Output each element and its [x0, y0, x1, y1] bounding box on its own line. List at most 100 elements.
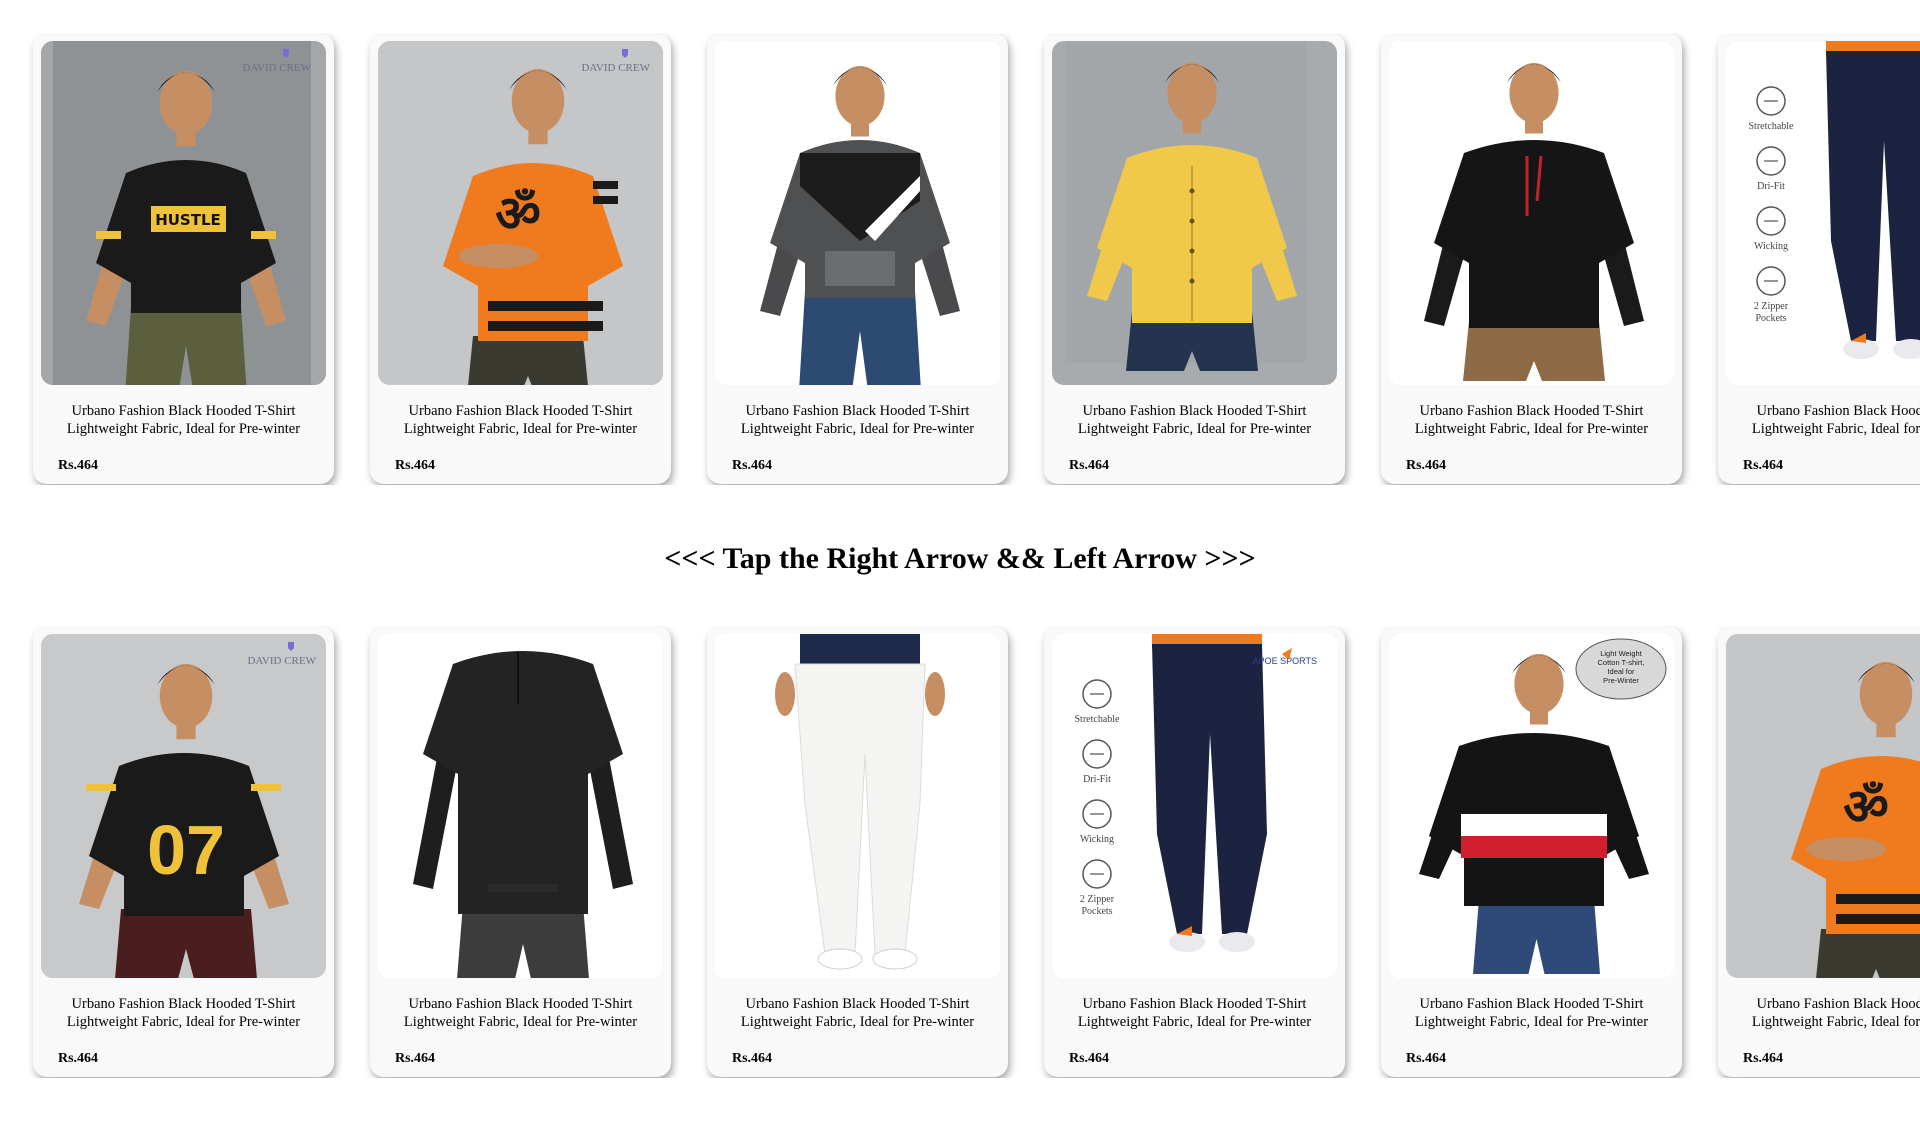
carousel-instructions: <<< Tap the Right Arrow && Left Arrow >>… [664, 542, 1256, 575]
svg-text:2 Zipper: 2 Zipper [1754, 301, 1789, 312]
svg-text:Pockets: Pockets [1081, 906, 1112, 917]
product-title-line2: Lightweight Fabric, Ideal for Pre-winter [66, 420, 301, 437]
product-track-bottom: 07 DAVID CREW Urbano Fashion Black Hoode… [33, 626, 1920, 1077]
product-title-line2: Lightweight Fabric, Ideal for Pre-winter [1751, 1013, 1920, 1030]
product-title[interactable]: Urbano Fashion Black Hooded T-ShirtLight… [1052, 996, 1337, 1031]
product-image[interactable]: Stretchable Dri-Fit Wicking 2 Zipper Poc… [1726, 41, 1920, 385]
product-title-line1: Urbano Fashion Black Hooded T-Shirt [71, 403, 296, 419]
product-price: Rs.464 [1069, 458, 1110, 473]
product-price: Rs.464 [732, 458, 773, 473]
product-title[interactable]: Urbano Fashion Black Hooded T-ShirtLight… [1726, 996, 1920, 1031]
svg-text:Wicking: Wicking [1754, 241, 1788, 252]
product-title-line2: Lightweight Fabric, Ideal for Pre-winter [403, 420, 638, 437]
product-price: Rs.464 [1406, 1051, 1447, 1066]
product-row-bottom[interactable]: 07 DAVID CREW Urbano Fashion Black Hoode… [0, 626, 1920, 1078]
product-title[interactable]: Urbano Fashion Black Hooded T-ShirtLight… [715, 996, 1000, 1031]
svg-text:APOE SPORTS: APOE SPORTS [1253, 656, 1317, 666]
product-title-line1: Urbano Fashion Black Hooded T-Shirt [1419, 996, 1644, 1012]
product-title[interactable]: Urbano Fashion Black Hooded T-ShirtLight… [1052, 403, 1337, 438]
product-card[interactable]: Urbano Fashion Black Hooded T-Shirt Light… [707, 626, 1008, 1077]
product-title-line1: Urbano Fashion Black Hooded T-Shirt [1082, 403, 1307, 419]
svg-text:HUSTLE: HUSTLE [155, 211, 221, 229]
product-title-line1: Urbano Fashion Black Hooded T-Shirt [745, 996, 970, 1012]
svg-text:Stretchable: Stretchable [1075, 714, 1121, 725]
svg-text:Ideal for: Ideal for [1607, 667, 1635, 676]
product-title-line2: Lightweight Fabric, Ideal for Pre-winter [1077, 420, 1312, 437]
product-title-line1: Urbano Fashion Black Hooded T-Shirt [71, 996, 296, 1012]
product-title-line2: Lightweight Fabric, Ideal for Pre-winter [1414, 1013, 1649, 1030]
svg-text:DAVID CREW: DAVID CREW [247, 655, 316, 667]
product-title[interactable]: Urbano Fashion Black Hooded T-ShirtLight… [1389, 996, 1674, 1031]
product-image[interactable]: Light Weight Cotton T-shirt, Ideal for Pre-… [1389, 634, 1674, 978]
product-title[interactable]: Urbano Fashion Black Hooded T-ShirtLight… [715, 403, 1000, 438]
product-title[interactable]: Urbano Fashion Black Hooded T-ShirtLight… [41, 403, 326, 438]
product-card[interactable]: Light Weight Cotton T-shirt, Ideal for Pre-… [1381, 626, 1682, 1077]
product-image[interactable]: HUSTLE DAVID CREW [41, 41, 326, 385]
product-image[interactable] [715, 634, 1000, 978]
product-price: Rs.464 [58, 458, 99, 473]
svg-text:Light Weight: Light Weight [1600, 649, 1642, 658]
product-price: Rs.464 [58, 1051, 99, 1066]
svg-text:DAVID CREW: DAVID CREW [242, 62, 311, 74]
product-title[interactable]: Urbano Fashion Black Hooded T-ShirtLight… [378, 403, 663, 438]
svg-text:ॐ: ॐ [1843, 778, 1889, 836]
svg-text:Dri-Fit: Dri-Fit [1083, 774, 1111, 785]
svg-text:Stretchable: Stretchable [1749, 121, 1795, 132]
product-price: Rs.464 [1406, 458, 1447, 473]
product-image[interactable] [378, 634, 663, 978]
product-price: Rs.464 [732, 1051, 773, 1066]
product-title[interactable]: Urbano Fashion Black Hooded T-ShirtLight… [41, 996, 326, 1031]
product-track-top: HUSTLE DAVID CREW Urbano Fashion Black H… [33, 33, 1920, 484]
product-card[interactable]: HUSTLE DAVID CREW Urbano Fashion Black H… [33, 33, 334, 484]
product-title-line2: Lightweight Fabric, Ideal for Pre-winter [66, 1013, 301, 1030]
svg-text:Cotton T-shirt,: Cotton T-shirt, [1598, 658, 1645, 667]
svg-text:DAVID CREW: DAVID CREW [581, 62, 650, 74]
product-card[interactable]: Stretchable Dri-Fit Wicking 2 Zipper Poc… [1044, 626, 1345, 1077]
product-price: Rs.464 [1069, 1051, 1110, 1066]
product-title-line1: Urbano Fashion Black Hooded T-Shirt [408, 996, 633, 1012]
product-title-line1: Urbano Fashion Black Hooded T-Shirt [408, 403, 633, 419]
product-card[interactable]: Urbano Fashion Black Hooded T-Shirt Light… [707, 33, 1008, 484]
product-card[interactable]: ॐ Urbano Fashion Black Hooded T-ShirtLig… [1718, 626, 1920, 1077]
svg-text:07: 07 [147, 811, 225, 889]
product-card[interactable]: ॐ DAVID CREW Urbano Fashion Black Hooded… [370, 33, 671, 484]
product-title-line2: Lightweight Fabric, Ideal for Pre-winter [403, 1013, 638, 1030]
product-title[interactable]: Urbano Fashion Black Hooded T-ShirtLight… [378, 996, 663, 1031]
svg-text:Pre-Winter: Pre-Winter [1603, 676, 1639, 685]
product-card[interactable]: Urbano Fashion Black Hooded T-Shirt Light… [370, 626, 671, 1077]
product-image[interactable]: ॐ [1726, 634, 1920, 978]
product-title-line1: Urbano Fashion Black Hooded T-Shirt [1756, 996, 1920, 1012]
product-title-line2: Lightweight Fabric, Ideal for Pre-winter [1077, 1013, 1312, 1030]
svg-text:2 Zipper: 2 Zipper [1080, 894, 1115, 905]
product-price: Rs.464 [1743, 458, 1784, 473]
svg-text:Dri-Fit: Dri-Fit [1757, 181, 1785, 192]
product-title-line2: Lightweight Fabric, Ideal for Pre-winter [1751, 420, 1920, 437]
product-image[interactable]: ॐ DAVID CREW [378, 41, 663, 385]
product-title-line1: Urbano Fashion Black Hooded T-Shirt [1756, 403, 1920, 419]
svg-text:ॐ: ॐ [495, 185, 541, 243]
product-row-top[interactable]: HUSTLE DAVID CREW Urbano Fashion Black H… [0, 33, 1920, 485]
svg-text:Pockets: Pockets [1755, 313, 1786, 324]
product-price: Rs.464 [395, 1051, 436, 1066]
product-title-line1: Urbano Fashion Black Hooded T-Shirt [745, 403, 970, 419]
product-card[interactable]: Stretchable Dri-Fit Wicking 2 Zipper Poc… [1718, 33, 1920, 484]
product-card[interactable]: Urbano Fashion Black Hooded T-Shirt Light… [1044, 33, 1345, 484]
product-title-line1: Urbano Fashion Black Hooded T-Shirt [1082, 996, 1307, 1012]
svg-text:Wicking: Wicking [1080, 834, 1114, 845]
product-image[interactable] [1389, 41, 1674, 385]
product-title[interactable]: Urbano Fashion Black Hooded T-ShirtLight… [1389, 403, 1674, 438]
product-image[interactable]: 07 DAVID CREW [41, 634, 326, 978]
product-image[interactable] [715, 41, 1000, 385]
product-card[interactable]: Urbano Fashion Black Hooded T-Shirt Light… [1381, 33, 1682, 484]
product-title-line2: Lightweight Fabric, Ideal for Pre-winter [740, 1013, 975, 1030]
product-price: Rs.464 [1743, 1051, 1784, 1066]
product-card[interactable]: 07 DAVID CREW Urbano Fashion Black Hoode… [33, 626, 334, 1077]
product-price: Rs.464 [395, 458, 436, 473]
product-carousel-page: HUSTLE DAVID CREW Urbano Fashion Black H… [0, 0, 1920, 1124]
product-title-line2: Lightweight Fabric, Ideal for Pre-winter [1414, 420, 1649, 437]
product-title-line1: Urbano Fashion Black Hooded T-Shirt [1419, 403, 1644, 419]
product-title-line2: Lightweight Fabric, Ideal for Pre-winter [740, 420, 975, 437]
product-image[interactable]: Stretchable Dri-Fit Wicking 2 Zipper Poc… [1052, 634, 1337, 978]
product-image[interactable] [1052, 41, 1337, 385]
product-title[interactable]: Urbano Fashion Black Hooded T-ShirtLight… [1726, 403, 1920, 438]
